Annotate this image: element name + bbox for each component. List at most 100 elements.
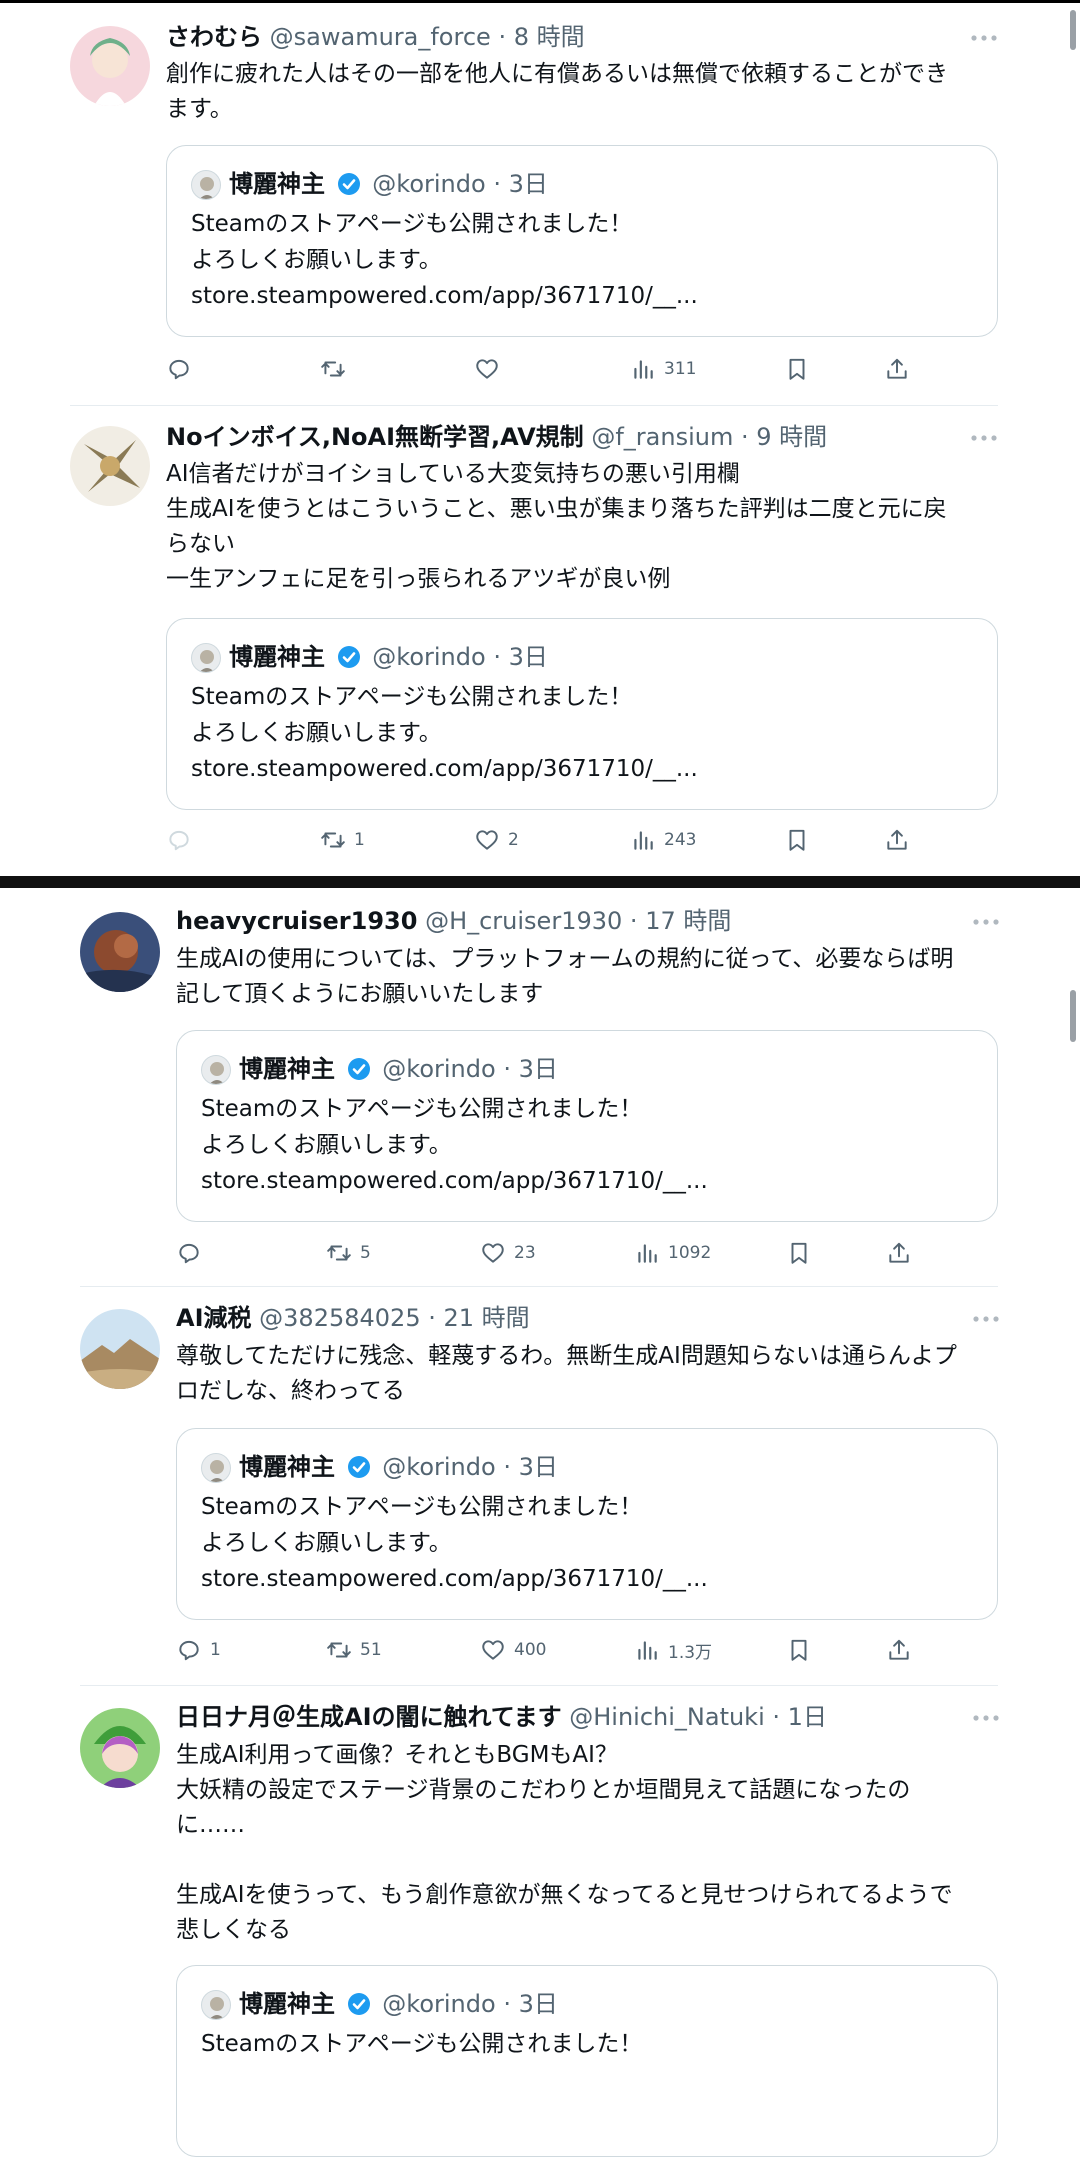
timestamp[interactable]: 8 時間 <box>514 23 585 51</box>
user-handle[interactable]: @sawamura_force <box>270 23 491 51</box>
more-icon[interactable] <box>972 917 1000 927</box>
tweet-header: さわむら @sawamura_force · 8 時間 <box>166 23 585 51</box>
avatar[interactable] <box>80 912 160 992</box>
tweet[interactable]: 日日ナ月＠生成AIの闇に触れてます @Hinichi_Natuki · 1日 生… <box>0 1686 1080 2157</box>
user-handle[interactable]: @382584025 <box>259 1304 420 1332</box>
avatar[interactable] <box>70 426 150 506</box>
quote-card[interactable]: 博麗神主 @korindo · 3日 Steamのストアページも公開されました！… <box>166 618 998 810</box>
heart-icon <box>476 359 498 379</box>
bookmark-icon <box>789 829 805 851</box>
like-button[interactable]: 2 <box>474 825 519 855</box>
quote-user-handle: @korindo <box>382 1453 496 1481</box>
user-name[interactable]: heavycruiser1930 <box>176 907 417 935</box>
quote-user-name: 博麗神主 <box>239 1990 335 2018</box>
tweet-actions: 5 23 1092 <box>176 1238 996 1268</box>
tweet-header: heavycruiser1930 @H_cruiser1930 · 17 時間 <box>176 907 732 935</box>
quote-link[interactable]: store.steampowered.com/app/3671710/__... <box>201 1163 708 1199</box>
tweet-text: 生成AIの使用については、プラットフォームの規約に従って、必要ならば明 記して頂… <box>176 946 954 1007</box>
heart-icon <box>482 1243 504 1263</box>
user-name[interactable]: さわむら <box>166 23 262 51</box>
user-name[interactable]: 日日ナ月＠生成AIの闇に触れてます <box>176 1703 562 1731</box>
tweet-text: 創作に疲れた人はその一部を他人に有償あるいは無償で依頼することができ ます。 <box>166 61 948 122</box>
views-button[interactable]: 311 <box>630 354 696 384</box>
quote-text: Steamのストアページも公開されました！ <box>201 2031 643 2057</box>
quote-avatar <box>191 643 221 673</box>
tweet-text: AI信者だけがヨイショしている大変気持ちの悪い引用欄 生成AIを使うとはこういう… <box>166 461 947 592</box>
quote-avatar <box>191 170 221 200</box>
reply-button[interactable]: 1 <box>176 1635 221 1665</box>
tweet-header: AI減税 @382584025 · 21 時間 <box>176 1304 530 1332</box>
retweet-button[interactable]: 5 <box>326 1238 371 1268</box>
user-handle[interactable]: @H_cruiser1930 <box>425 907 622 935</box>
reply-button[interactable] <box>176 1238 210 1268</box>
views-button[interactable]: 1092 <box>634 1238 711 1268</box>
quote-user-handle: @korindo <box>372 643 486 671</box>
quote-header: 博麗神主 @korindo · 3日 <box>239 1055 558 1083</box>
timestamp[interactable]: 17 時間 <box>645 907 731 935</box>
quote-link[interactable]: store.steampowered.com/app/3671710/__... <box>191 751 698 787</box>
share-button[interactable] <box>886 1635 912 1665</box>
retweet-icon <box>321 832 345 848</box>
retweet-button[interactable]: 51 <box>326 1635 382 1665</box>
bookmark-button[interactable] <box>784 354 810 384</box>
avatar[interactable] <box>80 1708 160 1788</box>
quote-card[interactable]: 博麗神主 @korindo · 3日 Steamのストアページも公開されました！… <box>176 1428 998 1620</box>
quote-link[interactable]: store.steampowered.com/app/3671710/__... <box>201 1561 708 1597</box>
views-button[interactable]: 243 <box>630 825 696 855</box>
bookmark-button[interactable] <box>786 1238 812 1268</box>
quote-card[interactable]: 博麗神主 @korindo · 3日 Steamのストアページも公開されました！ <box>176 1965 998 2157</box>
retweet-button[interactable] <box>320 354 354 384</box>
reply-icon <box>179 1640 199 1661</box>
verified-badge-icon <box>347 1058 370 1080</box>
share-icon <box>887 358 907 379</box>
user-handle[interactable]: @f_ransium <box>591 423 733 451</box>
retweet-button[interactable]: 1 <box>320 825 365 855</box>
share-button[interactable] <box>884 354 910 384</box>
reply-button[interactable] <box>166 354 200 384</box>
like-button[interactable] <box>474 354 508 384</box>
tweet[interactable]: Noインボイス,NoAI無断学習,AV規制 @f_ransium · 9 時間 … <box>0 406 1080 876</box>
quote-avatar <box>201 1990 231 2020</box>
verified-badge-icon <box>337 646 360 668</box>
quote-text: Steamのストアページも公開されました！ よろしくお願いします。 store.… <box>191 679 698 787</box>
timestamp[interactable]: 21 時間 <box>444 1304 530 1332</box>
quote-card[interactable]: 博麗神主 @korindo · 3日 Steamのストアページも公開されました！… <box>176 1030 998 1222</box>
tweet-text: 尊敬してただけに残念、軽蔑するわ。無断生成AI問題知らないは通らんよプ ロだしな… <box>176 1343 957 1404</box>
screenshot-divider <box>0 876 1080 888</box>
timestamp[interactable]: 9 時間 <box>756 423 827 451</box>
more-icon[interactable] <box>972 1713 1000 1723</box>
reply-button[interactable] <box>166 825 200 855</box>
share-icon <box>889 1242 909 1263</box>
quote-link[interactable]: store.steampowered.com/app/3671710/__... <box>191 278 698 314</box>
quote-card[interactable]: 博麗神主 @korindo · 3日 Steamのストアページも公開されました！… <box>166 145 998 337</box>
like-button[interactable]: 400 <box>480 1635 546 1665</box>
views-button[interactable]: 1.3万 <box>634 1635 712 1665</box>
tweet[interactable]: heavycruiser1930 @H_cruiser1930 · 17 時間 … <box>0 888 1080 1286</box>
tweet[interactable]: AI減税 @382584025 · 21 時間 尊敬してただけに残念、軽蔑するわ… <box>0 1287 1080 1685</box>
quote-timestamp: 3日 <box>508 643 548 671</box>
bookmark-button[interactable] <box>786 1635 812 1665</box>
share-button[interactable] <box>884 825 910 855</box>
bookmark-icon <box>791 1639 807 1661</box>
views-chart-icon <box>638 1244 657 1263</box>
like-button[interactable]: 23 <box>480 1238 536 1268</box>
user-name[interactable]: AI減税 <box>176 1304 252 1332</box>
more-icon[interactable] <box>970 433 998 443</box>
views-chart-icon <box>634 831 653 850</box>
share-button[interactable] <box>886 1238 912 1268</box>
avatar[interactable] <box>70 26 150 106</box>
quote-timestamp: 3日 <box>518 1453 558 1481</box>
user-handle[interactable]: @Hinichi_Natuki <box>569 1703 765 1731</box>
timestamp[interactable]: 1日 <box>788 1703 827 1731</box>
avatar[interactable] <box>80 1309 160 1389</box>
reply-icon <box>169 359 189 380</box>
more-icon[interactable] <box>972 1314 1000 1324</box>
bookmark-button[interactable] <box>784 825 810 855</box>
reply-icon <box>169 830 189 851</box>
tweet-actions: 1 51 400 1.3万 <box>176 1635 996 1665</box>
user-name[interactable]: Noインボイス,NoAI無断学習,AV規制 <box>166 423 584 451</box>
tweet[interactable]: さわむら @sawamura_force · 8 時間 創作に疲れた人はその一部… <box>0 0 1080 405</box>
retweet-icon <box>327 1642 351 1658</box>
quote-header: 博麗神主 @korindo · 3日 <box>239 1453 558 1481</box>
more-icon[interactable] <box>970 33 998 43</box>
